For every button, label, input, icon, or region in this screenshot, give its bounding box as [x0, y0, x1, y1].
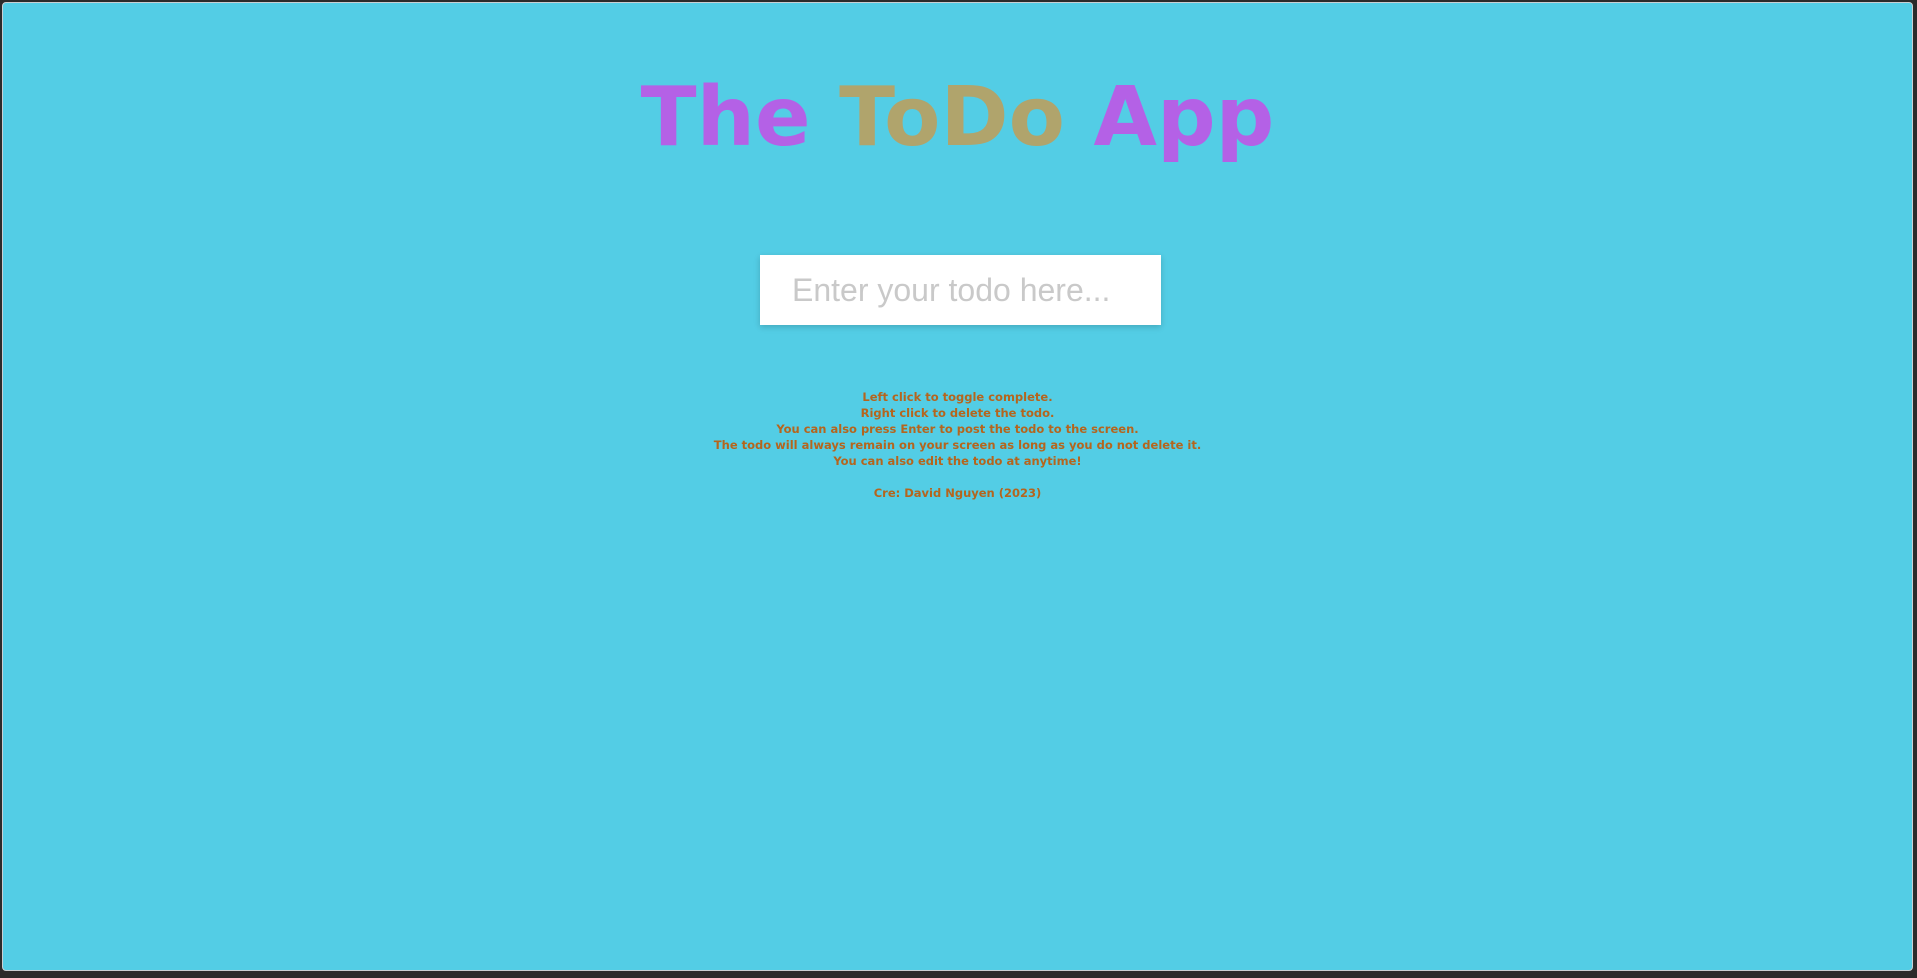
instruction-left-click: Left click to toggle complete.: [862, 390, 1053, 404]
credit-text: Cre: David Nguyen (2023): [873, 486, 1042, 500]
instructions-spacer: [3, 469, 1912, 485]
instruction-persistence: The todo will always remain on your scre…: [713, 438, 1202, 452]
instruction-edit: You can also edit the todo at anytime!: [833, 454, 1082, 468]
instruction-enter: You can also press Enter to post the tod…: [776, 422, 1139, 436]
app-window: The ToDo App Left click to toggle comple…: [2, 2, 1913, 971]
title-word-todo: ToDo: [839, 70, 1065, 165]
instructions-block: Left click to toggle complete. Right cli…: [3, 389, 1912, 501]
page-title: The ToDo App: [3, 68, 1912, 168]
title-word-the: The: [640, 70, 811, 165]
instruction-right-click: Right click to delete the todo.: [860, 406, 1055, 420]
title-word-app: App: [1093, 70, 1275, 165]
todo-input[interactable]: [760, 255, 1161, 325]
